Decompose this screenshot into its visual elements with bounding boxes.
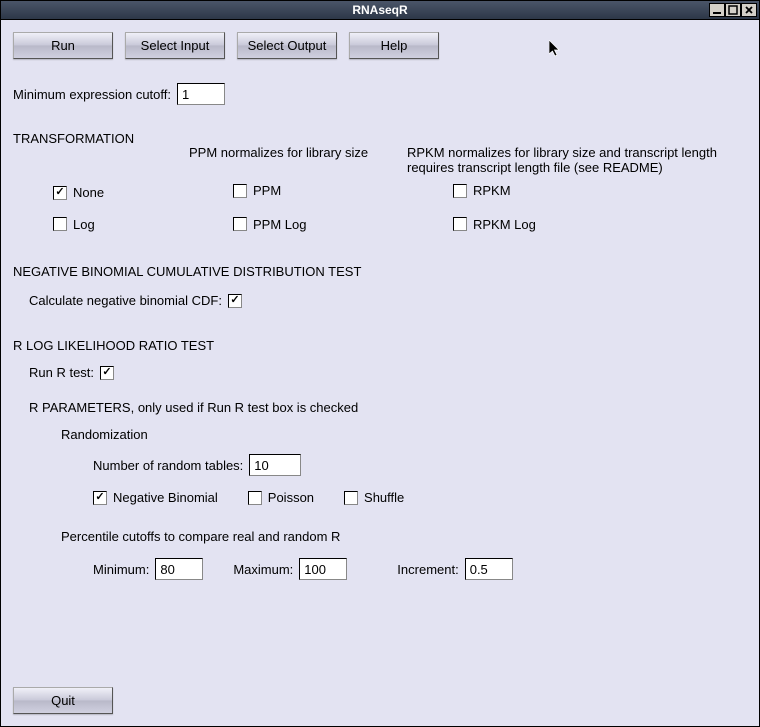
run-button[interactable]: Run	[13, 32, 113, 59]
window-controls	[709, 3, 757, 17]
min-expression-input[interactable]	[177, 83, 225, 105]
poisson-checkbox[interactable]	[248, 491, 262, 505]
rpkm-checkbox[interactable]	[453, 184, 467, 198]
close-icon[interactable]	[741, 3, 757, 17]
rpkm-description: RPKM normalizes for library size and tra…	[407, 131, 747, 175]
ppm-log-checkbox-wrap[interactable]: PPM Log	[233, 217, 306, 232]
rpkm-log-checkbox[interactable]	[453, 217, 467, 231]
num-tables-input[interactable]	[249, 454, 301, 476]
shuffle-checkbox-wrap[interactable]: Shuffle	[344, 490, 404, 505]
rpkm-label: RPKM	[473, 183, 511, 198]
log-checkbox-wrap[interactable]: Log	[53, 217, 95, 232]
none-checkbox[interactable]: ✓	[53, 186, 67, 200]
log-checkbox[interactable]	[53, 217, 67, 231]
shuffle-checkbox[interactable]	[344, 491, 358, 505]
inc-label: Increment:	[397, 562, 458, 577]
ppm-checkbox[interactable]	[233, 184, 247, 198]
rpkm-checkbox-wrap[interactable]: RPKM	[453, 183, 511, 198]
ppm-label: PPM	[253, 183, 281, 198]
max-label: Maximum:	[233, 562, 293, 577]
ppm-log-checkbox[interactable]	[233, 217, 247, 231]
nb-calc-checkbox[interactable]: ✓	[228, 294, 242, 308]
nb-test-header: NEGATIVE BINOMIAL CUMULATIVE DISTRIBUTIO…	[13, 264, 747, 279]
r-params-label: R PARAMETERS, only used if Run R test bo…	[13, 400, 747, 415]
toolbar: Run Select Input Select Output Help	[13, 32, 747, 59]
select-input-button[interactable]: Select Input	[125, 32, 225, 59]
shuffle-label: Shuffle	[364, 490, 404, 505]
percentile-label: Percentile cutoffs to compare real and r…	[13, 529, 747, 544]
poisson-label: Poisson	[268, 490, 314, 505]
r-test-header: R LOG LIKELIHOOD RATIO TEST	[13, 338, 747, 353]
rpkm-log-label: RPKM Log	[473, 217, 536, 232]
minimize-icon[interactable]	[709, 3, 725, 17]
help-button[interactable]: Help	[349, 32, 439, 59]
nb-calc-label: Calculate negative binomial CDF:	[29, 293, 222, 308]
ppm-log-label: PPM Log	[253, 217, 306, 232]
neg-binomial-label: Negative Binomial	[113, 490, 218, 505]
neg-binomial-checkbox[interactable]: ✓	[93, 491, 107, 505]
ppm-description: PPM normalizes for library size	[189, 131, 407, 160]
min-label: Minimum:	[93, 562, 149, 577]
transformation-header: TRANSFORMATION	[13, 131, 189, 146]
min-expression-label: Minimum expression cutoff:	[13, 87, 171, 102]
transformation-section: TRANSFORMATION PPM normalizes for librar…	[13, 131, 747, 234]
run-r-checkbox[interactable]: ✓	[100, 366, 114, 380]
inc-input[interactable]	[465, 558, 513, 580]
num-tables-label: Number of random tables:	[93, 458, 243, 473]
max-input[interactable]	[299, 558, 347, 580]
none-label: None	[73, 185, 104, 200]
neg-binomial-checkbox-wrap[interactable]: ✓ Negative Binomial	[93, 490, 218, 505]
app-window: RNAseqR Run Select Input Select Output H…	[0, 0, 760, 727]
window-title: RNAseqR	[352, 3, 407, 17]
run-r-label: Run R test:	[29, 365, 94, 380]
ppm-checkbox-wrap[interactable]: PPM	[233, 183, 281, 198]
titlebar: RNAseqR	[1, 1, 759, 20]
quit-button[interactable]: Quit	[13, 687, 113, 714]
rpkm-log-checkbox-wrap[interactable]: RPKM Log	[453, 217, 536, 232]
randomization-label: Randomization	[13, 427, 747, 442]
log-label: Log	[73, 217, 95, 232]
none-checkbox-wrap[interactable]: ✓ None	[53, 185, 104, 200]
select-output-button[interactable]: Select Output	[237, 32, 337, 59]
maximize-icon[interactable]	[725, 3, 741, 17]
min-expression-row: Minimum expression cutoff:	[13, 83, 747, 105]
min-input[interactable]	[155, 558, 203, 580]
poisson-checkbox-wrap[interactable]: Poisson	[248, 490, 314, 505]
content-area: Run Select Input Select Output Help Mini…	[1, 20, 759, 726]
